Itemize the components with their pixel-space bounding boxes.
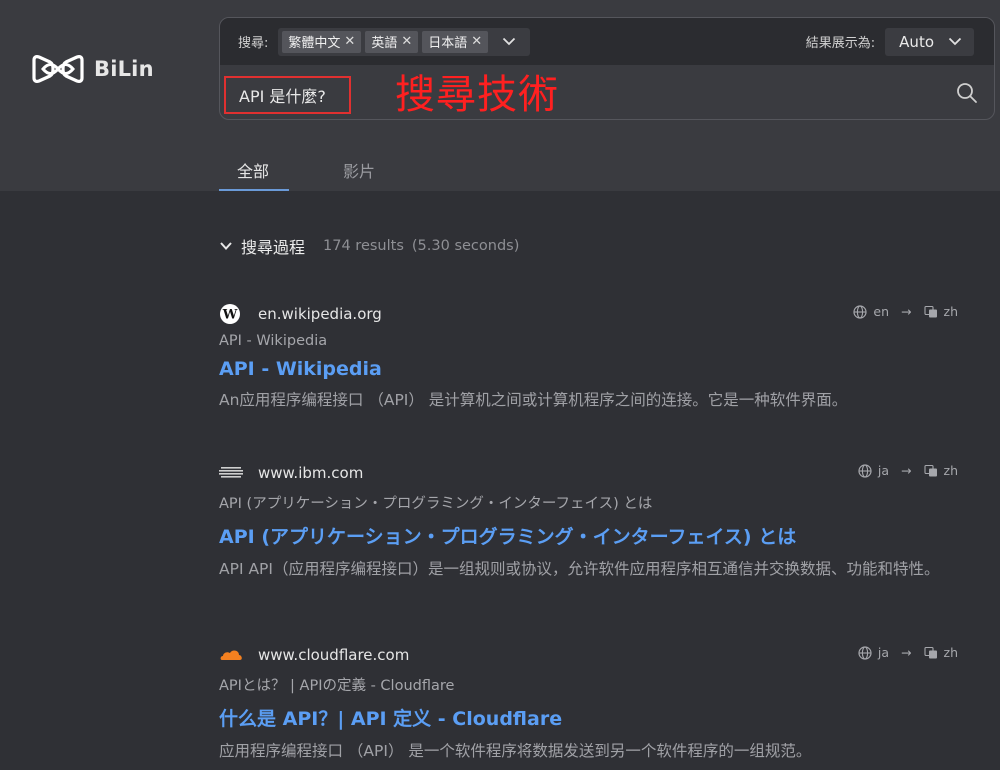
translate-icon bbox=[923, 305, 937, 317]
search-icon[interactable] bbox=[956, 82, 978, 108]
chevron-down-icon bbox=[220, 242, 232, 250]
search-result: www.cloudflare.com ja → zh APIとは？ | APIの… bbox=[219, 643, 964, 762]
result-title-link[interactable]: 什么是 API？| API 定义 - Cloudflare bbox=[219, 704, 964, 731]
language-chip-label: 繁體中文 bbox=[288, 36, 341, 51]
search-time: (5.30 seconds) bbox=[411, 238, 520, 254]
language-chip[interactable]: 繁體中文 ✕ bbox=[282, 30, 362, 53]
search-result: W en.wikipedia.org en → zh API - Wikiped… bbox=[219, 302, 964, 411]
result-mode-label: 結果展示為: bbox=[805, 36, 876, 51]
language-chip-label: 英語 bbox=[371, 36, 398, 51]
cloudflare-icon bbox=[219, 643, 245, 667]
svg-text:W: W bbox=[222, 308, 238, 323]
arrow-right-icon: → bbox=[901, 645, 912, 660]
result-title-link[interactable]: API - Wikipedia bbox=[219, 358, 964, 380]
search-options-bar: 搜尋: 繁體中文 ✕ 英語 ✕ 日本語 ✕ 結果展示為: Auto bbox=[220, 18, 994, 65]
result-domain[interactable]: en.wikipedia.org bbox=[258, 305, 382, 323]
globe-icon bbox=[853, 304, 868, 319]
result-snippet: 应用程序编程接口 （API） 是一个软件程序将数据发送到另一个软件程序的一组规范… bbox=[219, 742, 812, 760]
result-site: W en.wikipedia.org en → zh bbox=[219, 302, 964, 326]
arrow-right-icon: → bbox=[901, 463, 912, 478]
result-breadcrumb: API (アプリケーション・プログラミング・インターフェイス) とは bbox=[219, 496, 653, 512]
result-breadcrumb: API - Wikipedia bbox=[219, 333, 328, 349]
search-input[interactable]: API 是什麼? bbox=[224, 76, 351, 114]
result-tabs: 全部 影片 bbox=[219, 150, 393, 191]
search-language-label: 搜尋: bbox=[238, 36, 269, 51]
brand-name: BiLin bbox=[94, 57, 154, 81]
globe-icon bbox=[858, 645, 872, 660]
search-process-title: 搜尋過程 bbox=[241, 238, 306, 257]
translation-indicator: ja → zh bbox=[858, 645, 958, 660]
close-icon[interactable]: ✕ bbox=[344, 35, 355, 48]
result-breadcrumb: APIとは？ | APIの定義 - Cloudflare bbox=[219, 678, 455, 694]
brand-logo[interactable]: BiLin bbox=[30, 51, 154, 87]
source-language: ja bbox=[877, 645, 890, 660]
result-site: www.ibm.com ja → zh bbox=[219, 461, 964, 485]
result-domain[interactable]: www.cloudflare.com bbox=[258, 646, 409, 664]
search-panel: 搜尋: 繁體中文 ✕ 英語 ✕ 日本語 ✕ 結果展示為: Auto API 是什… bbox=[219, 17, 995, 120]
result-title-link[interactable]: API (アプリケーション・プログラミング・インターフェイス) とは bbox=[219, 522, 964, 549]
source-language: ja bbox=[877, 463, 890, 478]
chevron-down-icon bbox=[948, 37, 962, 46]
result-mode-value: Auto bbox=[899, 32, 934, 51]
tab-all[interactable]: 全部 bbox=[219, 150, 289, 191]
bilin-logo-icon bbox=[32, 55, 84, 83]
target-language: zh bbox=[943, 463, 958, 478]
language-chip-label: 日本語 bbox=[428, 36, 468, 51]
result-snippet: An应用程序编程接口 （API） 是计算机之间或计算机程序之间的连接。它是一种软… bbox=[219, 391, 848, 409]
wikipedia-icon: W bbox=[219, 302, 245, 326]
tab-videos[interactable]: 影片 bbox=[325, 150, 393, 191]
source-language: en bbox=[873, 304, 890, 319]
search-input-row: API 是什麼? bbox=[220, 65, 994, 119]
translation-indicator: en → zh bbox=[853, 304, 958, 319]
annotation-label: 搜尋技術 bbox=[395, 72, 559, 118]
ibm-icon bbox=[219, 461, 245, 485]
target-language: zh bbox=[943, 645, 958, 660]
close-icon[interactable]: ✕ bbox=[471, 35, 482, 48]
chevron-down-icon[interactable] bbox=[492, 37, 526, 46]
language-chip[interactable]: 日本語 ✕ bbox=[422, 30, 489, 53]
target-language: zh bbox=[943, 304, 958, 319]
arrow-right-icon: → bbox=[901, 304, 912, 319]
search-process-toggle[interactable]: 搜尋過程 174 results (5.30 seconds) bbox=[219, 234, 519, 258]
language-selector[interactable]: 繁體中文 ✕ 英語 ✕ 日本語 ✕ bbox=[278, 27, 531, 56]
search-result: www.ibm.com ja → zh API (アプリケーション・プログラミン… bbox=[219, 461, 964, 580]
translate-icon bbox=[923, 464, 937, 476]
result-mode-control: 結果展示為: Auto bbox=[806, 18, 974, 65]
translation-indicator: ja → zh bbox=[858, 463, 958, 478]
close-icon[interactable]: ✕ bbox=[401, 35, 412, 48]
result-site: www.cloudflare.com ja → zh bbox=[219, 643, 964, 667]
globe-icon bbox=[858, 463, 872, 478]
translate-icon bbox=[923, 646, 937, 658]
result-mode-select[interactable]: Auto bbox=[885, 27, 974, 56]
result-snippet: API API（应用程序编程接口）是一组规则或协议，允许软件应用程序相互通信并交… bbox=[219, 560, 940, 578]
result-domain[interactable]: www.ibm.com bbox=[258, 464, 363, 482]
language-chip[interactable]: 英語 ✕ bbox=[365, 30, 419, 53]
result-count: 174 results bbox=[323, 238, 404, 254]
